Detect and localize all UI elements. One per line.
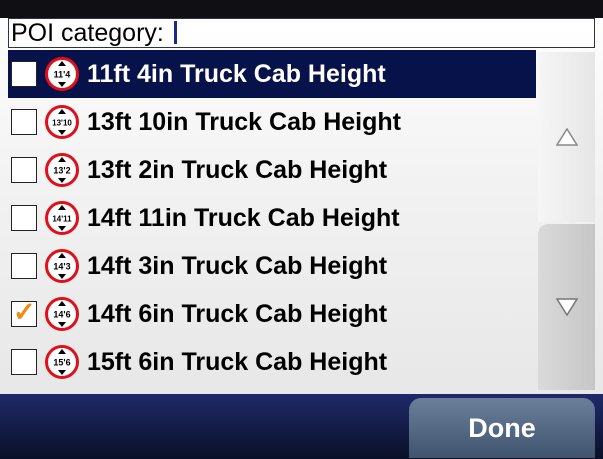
text-caret: [173, 21, 177, 44]
svg-text:14'11: 14'11: [52, 215, 72, 224]
done-button[interactable]: Done: [409, 398, 595, 458]
list-item-label: 15ft 6in Truck Cab Height: [87, 348, 388, 376]
poi-category-search-field[interactable]: POI category:: [8, 18, 595, 48]
checkbox[interactable]: [11, 61, 37, 87]
height-restriction-sign-icon: 14'6: [45, 297, 79, 331]
scroll-down-button[interactable]: [538, 224, 595, 390]
checkbox[interactable]: [11, 349, 37, 375]
list-item-label: 13ft 2in Truck Cab Height: [87, 156, 388, 184]
list-item-13ft-10in[interactable]: 13'10 13ft 10in Truck Cab Height: [8, 98, 536, 146]
svg-text:14'3: 14'3: [53, 262, 70, 272]
list-item-14ft-3in[interactable]: 14'3 14ft 3in Truck Cab Height: [8, 242, 536, 290]
checkbox[interactable]: [11, 205, 37, 231]
list-item-label: 13ft 10in Truck Cab Height: [87, 108, 401, 136]
checkmark-icon: ✓: [13, 297, 36, 327]
list-item-13ft-2in[interactable]: 13'2 13ft 2in Truck Cab Height: [8, 146, 536, 194]
height-restriction-sign-icon: 15'6: [45, 345, 79, 379]
svg-text:14'6: 14'6: [53, 310, 70, 320]
height-restriction-sign-icon: 14'3: [45, 249, 79, 283]
list-item-label: 14ft 6in Truck Cab Height: [87, 300, 388, 328]
checkbox[interactable]: [11, 253, 37, 279]
triangle-up-icon: [555, 128, 578, 146]
list-item-11ft-4in[interactable]: 11'4 11ft 4in Truck Cab Height: [8, 50, 536, 98]
scroll-up-button[interactable]: [538, 52, 595, 222]
height-restriction-sign-icon: 13'10: [45, 105, 79, 139]
checkbox[interactable]: [11, 157, 37, 183]
svg-text:15'6: 15'6: [53, 358, 70, 368]
top-bar: [0, 0, 603, 18]
list-item-14ft-6in[interactable]: ✓ 14'6 14ft 6in Truck Cab Height: [8, 290, 536, 338]
checkbox[interactable]: [11, 109, 37, 135]
svg-text:11'4: 11'4: [54, 70, 71, 80]
checkbox-checked[interactable]: ✓: [11, 297, 37, 327]
list-item-label: 14ft 3in Truck Cab Height: [87, 252, 388, 280]
poi-category-screen: POI category: 11'4 11ft 4in Truck Cab He…: [0, 0, 603, 459]
svg-text:13'10: 13'10: [52, 119, 72, 128]
scroll-controls: [538, 52, 595, 392]
height-restriction-sign-icon: 13'2: [45, 153, 79, 187]
height-restriction-sign-icon: 11'4: [45, 57, 79, 91]
list-item-label: 11ft 4in Truck Cab Height: [87, 60, 386, 88]
search-label: POI category:: [11, 19, 171, 47]
triangle-down-icon: [555, 298, 578, 316]
list-item-15ft-6in[interactable]: 15'6 15ft 6in Truck Cab Height: [8, 338, 536, 386]
list-item-14ft-11in[interactable]: 14'11 14ft 11in Truck Cab Height: [8, 194, 536, 242]
list-item-label: 14ft 11in Truck Cab Height: [87, 204, 400, 232]
svg-text:13'2: 13'2: [53, 166, 70, 176]
height-restriction-sign-icon: 14'11: [45, 201, 79, 235]
